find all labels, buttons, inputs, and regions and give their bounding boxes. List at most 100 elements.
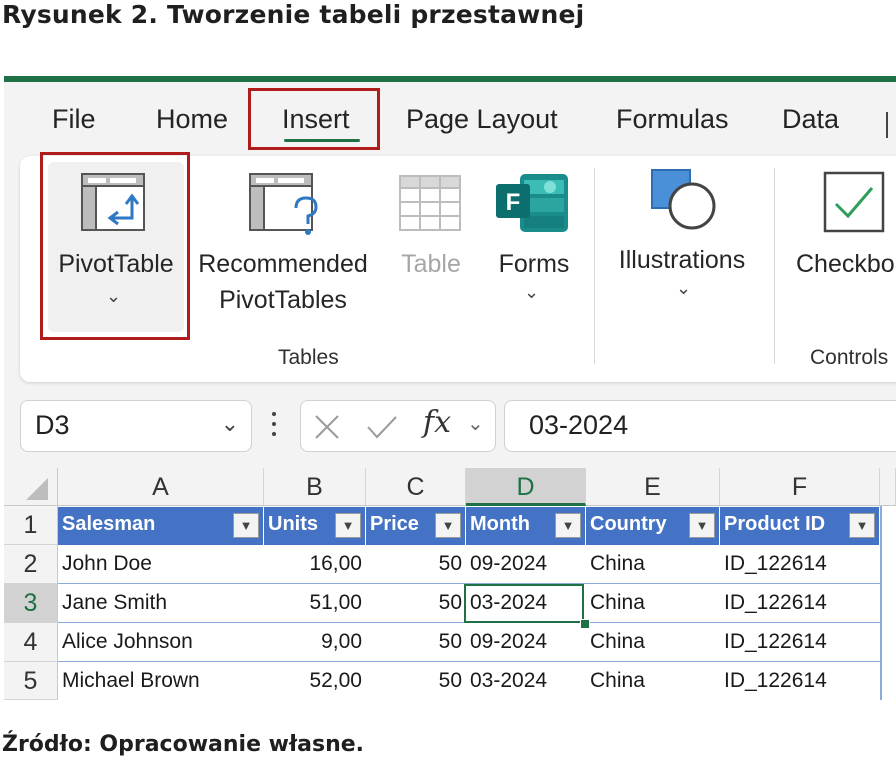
tab-data[interactable]: Data xyxy=(782,104,839,135)
table-cell[interactable]: China xyxy=(586,623,720,662)
fill-handle[interactable] xyxy=(580,619,590,629)
filter-dropdown-icon[interactable]: ▼ xyxy=(435,513,461,538)
table-cell[interactable]: 09-2024 xyxy=(466,545,586,584)
recommended-pivottables-icon xyxy=(248,172,328,238)
ribbon-separator xyxy=(594,168,595,364)
table-cell[interactable]: 52,00 xyxy=(264,662,366,700)
pivottable-label: PivotTable xyxy=(58,250,174,278)
table-cell[interactable]: Alice Johnson xyxy=(58,623,264,662)
header-cell-salesman[interactable]: Salesman ▼ xyxy=(58,507,264,545)
table-cell[interactable]: 03-2024 xyxy=(466,662,586,700)
table-cell[interactable]: 9,00 xyxy=(264,623,366,662)
select-all-corner[interactable] xyxy=(4,468,58,506)
header-text: Units xyxy=(268,513,318,535)
insert-function-fx-icon[interactable]: fx xyxy=(423,405,451,440)
illustrations-label[interactable]: Illustrations xyxy=(610,242,754,278)
formula-buttons: fx ⌄ xyxy=(300,400,496,452)
table-cell[interactable]: 50 xyxy=(366,584,466,623)
table-cell[interactable]: China xyxy=(586,584,720,623)
table-cell[interactable]: ID_122614 xyxy=(720,623,880,662)
title-bar-accent xyxy=(4,76,896,82)
table-cell[interactable]: 09-2024 xyxy=(466,623,586,662)
formula-expand-chevron-icon[interactable]: ⌄ xyxy=(467,411,484,436)
filter-dropdown-icon[interactable]: ▼ xyxy=(555,513,581,538)
svg-text:F: F xyxy=(506,189,521,216)
recommended-pivottables-label-1[interactable]: Recommended xyxy=(188,246,378,282)
filter-dropdown-icon[interactable]: ▼ xyxy=(849,513,875,538)
table-cell[interactable]: China xyxy=(586,662,720,700)
table-label: Table xyxy=(401,250,461,278)
table-cell[interactable]: 51,00 xyxy=(264,584,366,623)
row-header-5[interactable]: 5 xyxy=(4,662,58,700)
row-header-1[interactable]: 1 xyxy=(4,506,58,545)
recommended-pivottables-label-2[interactable]: PivotTables xyxy=(188,282,378,318)
header-cell-country[interactable]: Country ▼ xyxy=(586,507,720,545)
table-cell[interactable]: Jane Smith xyxy=(58,584,264,623)
name-box[interactable]: D3 ⌄ xyxy=(20,400,252,452)
ribbon-separator-2 xyxy=(774,168,775,364)
tab-file[interactable]: File xyxy=(52,104,96,135)
tab-formulas[interactable]: Formulas xyxy=(616,104,729,135)
tab-home[interactable]: Home xyxy=(156,104,228,135)
forms-chevron-down-icon[interactable]: ⌄ xyxy=(524,282,539,303)
forms-icon: F xyxy=(494,170,570,236)
header-text: Country xyxy=(590,513,667,535)
formula-value: 03-2024 xyxy=(529,410,629,440)
column-header-d[interactable]: D xyxy=(466,468,586,506)
column-header-a[interactable]: A xyxy=(58,468,264,506)
table-cell[interactable]: ID_122614 xyxy=(720,584,880,623)
chevron-down-icon[interactable]: ⌄ xyxy=(221,411,239,437)
header-cell-month[interactable]: Month ▼ xyxy=(466,507,586,545)
active-cell-outline xyxy=(464,584,584,623)
table-cell[interactable]: 50 xyxy=(366,623,466,662)
excel-screenshot: File Home Insert Page Layout Formulas Da… xyxy=(4,76,896,700)
table-cell[interactable]: John Doe xyxy=(58,545,264,584)
pivottable-chevron-down-icon[interactable]: ⌄ xyxy=(106,286,121,307)
cancel-x-icon[interactable] xyxy=(313,413,341,441)
active-tab-indicator xyxy=(284,139,360,142)
forms-label[interactable]: Forms xyxy=(486,246,582,282)
table-cell[interactable]: Michael Brown xyxy=(58,662,264,700)
checkbox-icon xyxy=(822,170,888,236)
column-header-e[interactable]: E xyxy=(586,468,720,506)
formula-input[interactable]: 03-2024 xyxy=(504,400,896,452)
tab-page-layout[interactable]: Page Layout xyxy=(406,104,558,135)
row-header-2[interactable]: 2 xyxy=(4,545,58,584)
header-cell-units[interactable]: Units ▼ xyxy=(264,507,366,545)
column-header-b[interactable]: B xyxy=(264,468,366,506)
worksheet-grid: A B C D E F 1 2 3 4 5 Salesman ▼ Units ▼… xyxy=(4,468,896,700)
table-right-border xyxy=(880,506,882,700)
table-cell[interactable]: ID_122614 xyxy=(720,662,880,700)
illustrations-icon xyxy=(648,166,722,234)
header-cell-product-id[interactable]: Product ID ▼ xyxy=(720,507,880,545)
filter-dropdown-icon[interactable]: ▼ xyxy=(689,513,715,538)
illustrations-chevron-down-icon[interactable]: ⌄ xyxy=(676,278,691,299)
table-cell[interactable]: 50 xyxy=(366,662,466,700)
header-text: Month xyxy=(470,513,530,535)
filter-dropdown-icon[interactable]: ▼ xyxy=(233,513,259,538)
figure-title: Rysunek 2. Tworzenie tabeli przestawnej xyxy=(2,0,585,29)
table-cell[interactable]: 16,00 xyxy=(264,545,366,584)
group-label-controls: Controls xyxy=(810,346,889,369)
row-header-4[interactable]: 4 xyxy=(4,623,58,662)
table-cell[interactable]: 50 xyxy=(366,545,466,584)
header-text: Price xyxy=(370,513,419,535)
table-cell[interactable]: ID_122614 xyxy=(720,545,880,584)
table-cell[interactable]: China xyxy=(586,545,720,584)
header-cell-price[interactable]: Price ▼ xyxy=(366,507,466,545)
header-text: Salesman xyxy=(62,513,156,535)
column-header-f[interactable]: F xyxy=(720,468,880,506)
formula-bar-grip-icon[interactable] xyxy=(270,410,278,444)
tab-overflow-edge xyxy=(886,112,888,138)
header-text: Product ID xyxy=(724,513,826,535)
confirm-check-icon[interactable] xyxy=(365,413,399,441)
filter-dropdown-icon[interactable]: ▼ xyxy=(335,513,361,538)
group-label-tables: Tables xyxy=(278,346,339,369)
name-box-value: D3 xyxy=(35,410,70,440)
row-header-3[interactable]: 3 xyxy=(4,584,58,623)
checkbox-label[interactable]: Checkbo xyxy=(796,246,896,282)
pivottable-icon xyxy=(80,172,150,234)
figure-source: Źródło: Opracowanie własne. xyxy=(2,732,365,757)
column-header-c[interactable]: C xyxy=(366,468,466,506)
column-header-g[interactable] xyxy=(880,468,896,506)
